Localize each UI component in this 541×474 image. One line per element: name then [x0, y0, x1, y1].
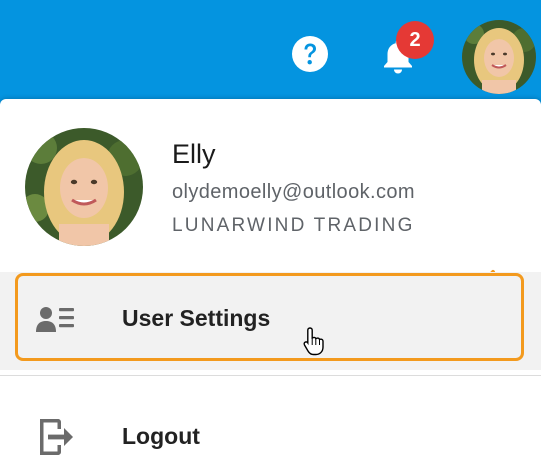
profile-company: LUNARWIND TRADING: [172, 215, 415, 236]
profile-email: olydemoelly@outlook.com: [172, 181, 415, 203]
profile-name: Elly: [172, 139, 216, 169]
profile-avatar: [25, 128, 143, 246]
menu-item-user-settings[interactable]: User Settings: [122, 305, 270, 332]
help-icon[interactable]: [290, 34, 330, 74]
account-dropdown-menu: Elly olydemoelly@outlook.com LUNARWIND T…: [0, 99, 541, 474]
menu-divider: [0, 375, 541, 376]
hand-cursor-icon: [303, 327, 324, 356]
top-app-bar: 2: [0, 0, 541, 108]
logout-icon: [40, 419, 73, 455]
user-settings-icon: [36, 307, 74, 332]
user-avatar[interactable]: [462, 20, 536, 94]
menu-item-logout[interactable]: Logout: [122, 423, 200, 450]
notification-badge: 2: [396, 21, 434, 59]
